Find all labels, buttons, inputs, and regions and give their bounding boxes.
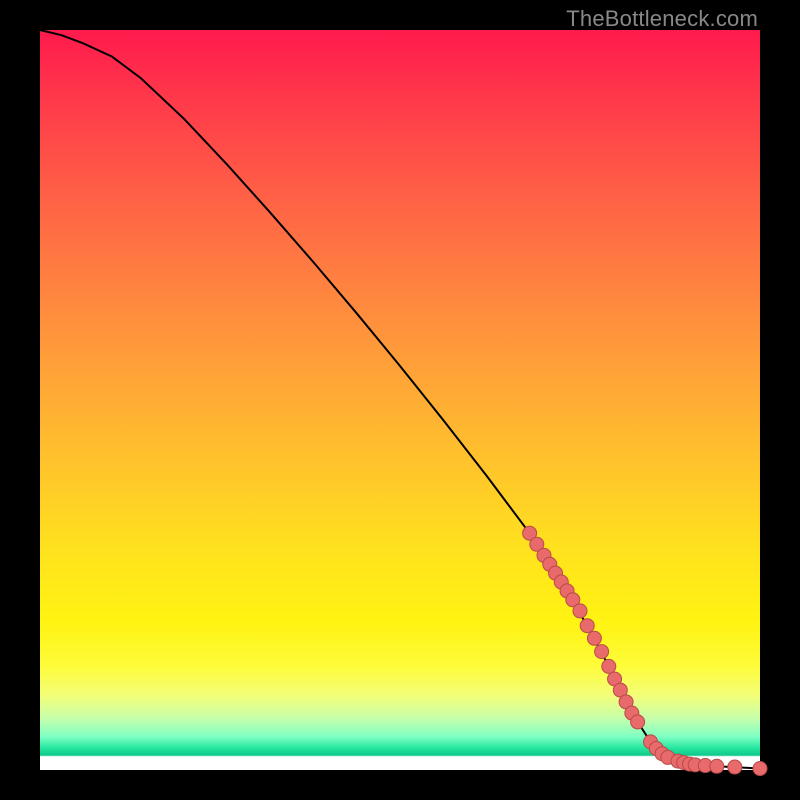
chart-frame: TheBottleneck.com (0, 0, 800, 800)
data-markers (523, 526, 767, 775)
chart-svg (40, 30, 760, 770)
bottleneck-curve (40, 30, 760, 769)
data-point (728, 760, 742, 774)
data-point (602, 659, 616, 673)
data-point (573, 604, 587, 618)
data-point (631, 715, 645, 729)
data-point (753, 762, 767, 776)
data-point (587, 631, 601, 645)
watermark-text: TheBottleneck.com (566, 6, 758, 32)
plot-area (40, 30, 760, 770)
data-point (595, 645, 609, 659)
data-point (710, 759, 724, 773)
data-point (580, 619, 594, 633)
